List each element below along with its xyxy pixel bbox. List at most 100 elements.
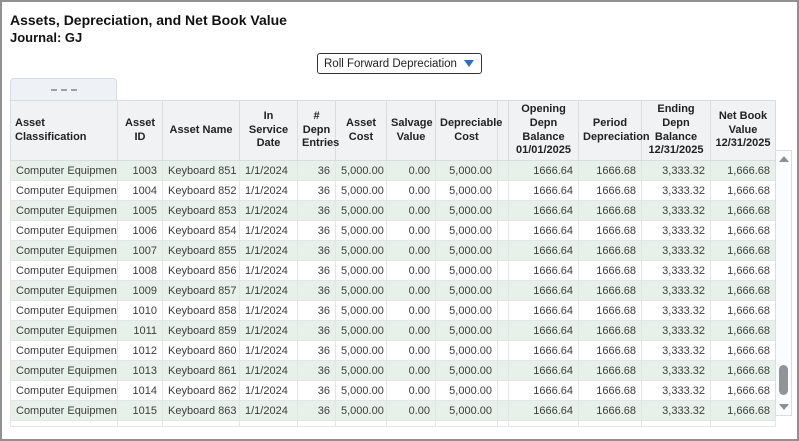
- cell-period: 1666.68: [579, 181, 642, 201]
- table-row[interactable]: Computer Equipment1004Keyboard 8521/1/20…: [11, 181, 776, 201]
- cell-empty: [240, 421, 298, 427]
- table-row[interactable]: Computer Equipment1007Keyboard 8551/1/20…: [11, 241, 776, 261]
- cell-cost: 5,000.00: [336, 361, 387, 381]
- cell-name: Keyboard 861: [163, 361, 240, 381]
- cell-entries: 36: [298, 361, 336, 381]
- cell-id: 1008: [118, 261, 163, 281]
- cell-classification: Computer Equipment: [11, 161, 118, 181]
- table-row[interactable]: Computer Equipment1014Keyboard 8621/1/20…: [11, 381, 776, 401]
- cell-period: 1666.68: [579, 161, 642, 181]
- cell-opening: 1666.64: [509, 161, 579, 181]
- cell-classification: Computer Equipment: [11, 341, 118, 361]
- cell-empty: [436, 421, 498, 427]
- cell-nbv: 1,666.68: [711, 241, 776, 261]
- window: Assets, Depreciation, and Net Book Value…: [2, 2, 797, 439]
- cell-nbv: 1,666.68: [711, 401, 776, 421]
- cell-spacer: [498, 381, 509, 401]
- cell-classification: Computer Equipment: [11, 261, 118, 281]
- cell-entries: 36: [298, 341, 336, 361]
- column-header-depreciable: Depreciable Cost: [436, 101, 498, 161]
- cell-name: Keyboard 859: [163, 321, 240, 341]
- table-row[interactable]: Computer Equipment1006Keyboard 8541/1/20…: [11, 221, 776, 241]
- cell-spacer: [498, 281, 509, 301]
- cell-in_service: 1/1/2024: [240, 361, 298, 381]
- cell-spacer: [498, 201, 509, 221]
- table-row[interactable]: Computer Equipment1013Keyboard 8611/1/20…: [11, 361, 776, 381]
- cell-depreciable: 5,000.00: [436, 201, 498, 221]
- table-row[interactable]: Computer Equipment1005Keyboard 8531/1/20…: [11, 201, 776, 221]
- cell-entries: 36: [298, 161, 336, 181]
- cell-depreciable: 5,000.00: [436, 301, 498, 321]
- cell-spacer: [498, 181, 509, 201]
- cell-cost: 5,000.00: [336, 321, 387, 341]
- table-row[interactable]: Computer Equipment1003Keyboard 8511/1/20…: [11, 161, 776, 181]
- cell-in_service: 1/1/2024: [240, 241, 298, 261]
- cell-opening: 1666.64: [509, 301, 579, 321]
- cell-spacer: [498, 241, 509, 261]
- column-header-in_service: In Service Date: [240, 101, 298, 161]
- cell-id: 1010: [118, 301, 163, 321]
- cell-cost: 5,000.00: [336, 201, 387, 221]
- cell-entries: 36: [298, 241, 336, 261]
- chevron-down-icon: [464, 60, 474, 67]
- cell-id: 1003: [118, 161, 163, 181]
- cell-id: 1007: [118, 241, 163, 261]
- cell-cost: 5,000.00: [336, 241, 387, 261]
- cell-ending: 3,333.32: [642, 201, 711, 221]
- scroll-down-arrow-icon[interactable]: [779, 404, 789, 410]
- cell-opening: 1666.64: [509, 201, 579, 221]
- table-row[interactable]: Computer Equipment1008Keyboard 8561/1/20…: [11, 261, 776, 281]
- cell-salvage: 0.00: [387, 281, 436, 301]
- table-row[interactable]: Computer Equipment1011Keyboard 8591/1/20…: [11, 321, 776, 341]
- cell-cost: 5,000.00: [336, 281, 387, 301]
- cell-salvage: 0.00: [387, 321, 436, 341]
- cell-ending: 3,333.32: [642, 281, 711, 301]
- cell-cost: 5,000.00: [336, 161, 387, 181]
- column-header-opening: Opening Depn Balance 01/01/2025: [509, 101, 579, 161]
- report-type-dropdown[interactable]: Roll Forward Depreciation: [317, 53, 482, 74]
- cell-depreciable: 5,000.00: [436, 261, 498, 281]
- cell-ending: 3,333.32: [642, 301, 711, 321]
- cell-in_service: 1/1/2024: [240, 181, 298, 201]
- scrollbar-thumb[interactable]: [779, 365, 788, 395]
- cell-depreciable: 5,000.00: [436, 241, 498, 261]
- column-header-spacer: [498, 101, 509, 161]
- cell-nbv: 1,666.68: [711, 321, 776, 341]
- cell-opening: 1666.64: [509, 221, 579, 241]
- cell-classification: Computer Equipment: [11, 401, 118, 421]
- cell-name: Keyboard 857: [163, 281, 240, 301]
- cell-opening: 1666.64: [509, 381, 579, 401]
- cell-entries: 36: [298, 261, 336, 281]
- cell-name: Keyboard 853: [163, 201, 240, 221]
- cell-opening: 1666.64: [509, 341, 579, 361]
- cell-spacer: [498, 221, 509, 241]
- vertical-scrollbar[interactable]: [775, 150, 792, 416]
- cell-name: Keyboard 851: [163, 161, 240, 181]
- panel-drag-handle[interactable]: [10, 78, 117, 100]
- column-header-ending: Ending Depn Balance 12/31/2025: [642, 101, 711, 161]
- cell-in_service: 1/1/2024: [240, 201, 298, 221]
- cell-classification: Computer Equipment: [11, 321, 118, 341]
- cell-classification: Computer Equipment: [11, 361, 118, 381]
- cell-period: 1666.68: [579, 341, 642, 361]
- table-row[interactable]: Computer Equipment1010Keyboard 8581/1/20…: [11, 301, 776, 321]
- cell-id: 1013: [118, 361, 163, 381]
- table-row[interactable]: Computer Equipment1009Keyboard 8571/1/20…: [11, 281, 776, 301]
- table-row[interactable]: Computer Equipment1012Keyboard 8601/1/20…: [11, 341, 776, 361]
- cell-salvage: 0.00: [387, 341, 436, 361]
- cell-salvage: 0.00: [387, 361, 436, 381]
- cell-spacer: [498, 161, 509, 181]
- cell-depreciable: 5,000.00: [436, 221, 498, 241]
- cell-id: 1004: [118, 181, 163, 201]
- table-row[interactable]: Computer Equipment1015Keyboard 8631/1/20…: [11, 401, 776, 421]
- cell-in_service: 1/1/2024: [240, 281, 298, 301]
- column-header-id: Asset ID: [118, 101, 163, 161]
- cell-empty: [509, 421, 579, 427]
- cell-period: 1666.68: [579, 361, 642, 381]
- cell-cost: 5,000.00: [336, 401, 387, 421]
- scrollbar-track[interactable]: [776, 162, 791, 404]
- cell-salvage: 0.00: [387, 301, 436, 321]
- cell-period: 1666.68: [579, 201, 642, 221]
- table-header-row: Asset ClassificationAsset IDAsset NameIn…: [11, 101, 776, 161]
- cell-salvage: 0.00: [387, 241, 436, 261]
